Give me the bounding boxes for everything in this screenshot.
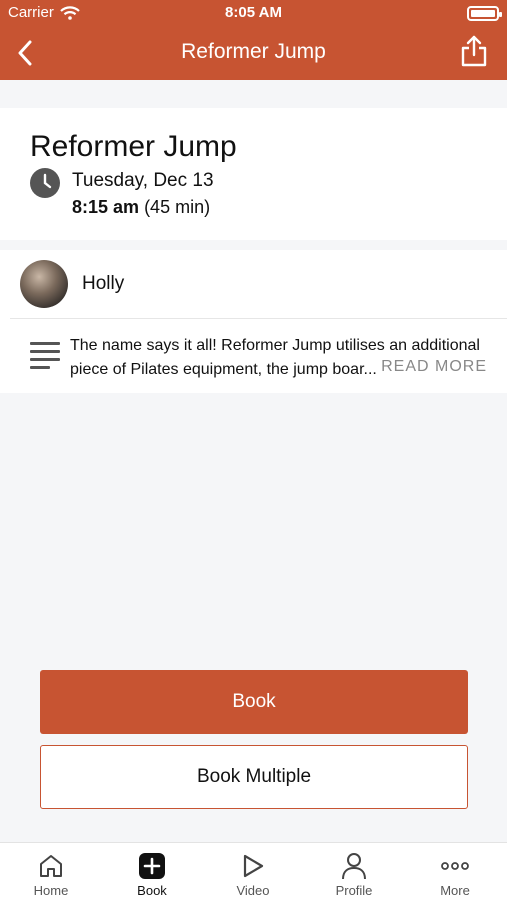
tab-home[interactable]: Home [1, 849, 101, 898]
book-multiple-button[interactable]: Book Multiple [40, 745, 468, 809]
class-date: Tuesday, Dec 13 [72, 170, 214, 191]
page-title: Reformer Jump [181, 40, 326, 63]
class-info: Holly The name says it all! Reformer Jum… [0, 250, 507, 393]
instructor-name[interactable]: Holly [82, 273, 124, 295]
tab-book-label: Book [137, 883, 167, 898]
book-button[interactable]: Book [40, 670, 468, 734]
tab-home-label: Home [33, 883, 69, 898]
tab-video-label: Video [236, 883, 270, 898]
tab-more[interactable]: More [405, 849, 505, 898]
home-icon [40, 855, 62, 877]
share-icon [461, 35, 487, 67]
read-more-link[interactable]: READ MORE [381, 358, 487, 376]
navigation-bar: Reformer Jump [0, 26, 507, 80]
tab-profile-label: Profile [335, 883, 373, 898]
class-time: 8:15 am (45 min) [72, 197, 210, 218]
battery-icon [467, 6, 502, 21]
duration: (45 min) [144, 197, 211, 217]
tab-profile[interactable]: Profile [304, 849, 404, 898]
avatar[interactable] [20, 260, 68, 308]
class-title: Reformer Jump [30, 130, 237, 163]
tab-video[interactable]: Video [203, 849, 303, 898]
play-icon [243, 854, 264, 878]
share-button[interactable] [459, 34, 489, 68]
tab-more-label: More [440, 883, 470, 898]
tab-book[interactable]: Book [102, 849, 202, 898]
class-header: Reformer Jump Tuesday, Dec 13 8:15 am (4… [0, 108, 507, 240]
start-time: 8:15 am [72, 197, 140, 217]
tab-bar: Home Book Video Profile More [0, 842, 507, 900]
divider [10, 318, 507, 319]
status-time: 8:05 AM [225, 4, 282, 21]
clock-icon [30, 168, 60, 198]
more-icon [441, 862, 469, 870]
status-bar: Carrier 8:05 AM [0, 0, 507, 26]
description-icon [30, 342, 60, 369]
plus-square-icon [139, 853, 165, 879]
top-bar: Carrier 8:05 AM Reformer Jump [0, 0, 507, 80]
person-icon [342, 853, 366, 880]
